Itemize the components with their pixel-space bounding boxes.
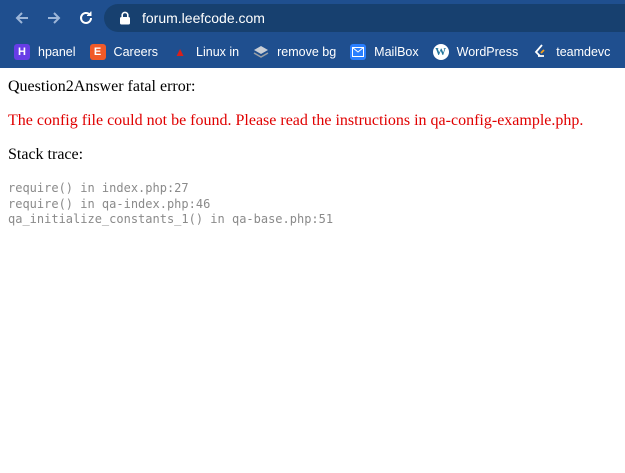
bookmark-wordpress[interactable]: W WordPress bbox=[432, 44, 519, 60]
bookmark-hpanel[interactable]: H hpanel bbox=[14, 44, 76, 60]
bookmarks-bar: H hpanel E Careers ▲ Linux in remove bg bbox=[0, 36, 625, 68]
careers-icon: E bbox=[89, 44, 106, 60]
mail-icon bbox=[350, 44, 367, 60]
arrow-right-icon bbox=[48, 12, 61, 24]
stack-trace-heading: Stack trace: bbox=[8, 146, 84, 163]
browser-chrome: forum.leefcode.com H hpanel E Careers ▲ … bbox=[0, 0, 625, 68]
bookmark-careers[interactable]: E Careers bbox=[89, 44, 159, 60]
arrow-left-icon bbox=[15, 12, 28, 24]
bookmark-label: WordPress bbox=[456, 45, 519, 59]
reload-icon bbox=[80, 11, 92, 24]
bookmark-linux[interactable]: ▲ Linux in bbox=[172, 44, 239, 60]
hpanel-icon: H bbox=[14, 44, 30, 60]
url-text: forum.leefcode.com bbox=[142, 10, 265, 26]
lock-icon bbox=[118, 11, 132, 25]
stack-trace-line: require() in qa-index.php:46 bbox=[8, 196, 211, 211]
stack-trace-line: require() in index.php:27 bbox=[8, 181, 189, 195]
linux-icon: ▲ bbox=[174, 45, 186, 59]
bookmark-label: MailBox bbox=[374, 45, 419, 59]
fatal-error-title: Question2Answer fatal error: bbox=[8, 78, 196, 95]
bookmark-label: remove bg bbox=[277, 45, 337, 59]
bookmark-remove-bg[interactable]: remove bg bbox=[253, 44, 336, 60]
bookmark-label: Careers bbox=[113, 45, 159, 59]
page-content: Question2Answer fatal error: The config … bbox=[0, 68, 625, 236]
error-message: The config file could not be found. Plea… bbox=[8, 112, 584, 129]
reload-button[interactable] bbox=[76, 8, 96, 28]
wordpress-icon: W bbox=[432, 44, 449, 60]
browser-toolbar: forum.leefcode.com bbox=[0, 0, 625, 36]
address-bar[interactable]: forum.leefcode.com bbox=[104, 4, 625, 32]
bookmark-mailbox[interactable]: MailBox bbox=[350, 44, 419, 60]
stack-trace-line: qa_initialize_constants_1() in qa-base.p… bbox=[8, 212, 334, 226]
bookmark-teamdevc[interactable]: teamdevc bbox=[532, 44, 610, 60]
back-button[interactable] bbox=[12, 8, 32, 28]
stack-trace: require() in index.php:27 require() in qa… bbox=[8, 181, 617, 228]
teamdevc-icon bbox=[532, 44, 548, 60]
bookmark-label: Linux in bbox=[196, 45, 240, 59]
bookmark-label: hpanel bbox=[38, 45, 76, 59]
bookmark-label: teamdevc bbox=[556, 45, 611, 59]
remove-bg-icon bbox=[253, 44, 269, 60]
forward-button[interactable] bbox=[44, 8, 64, 28]
